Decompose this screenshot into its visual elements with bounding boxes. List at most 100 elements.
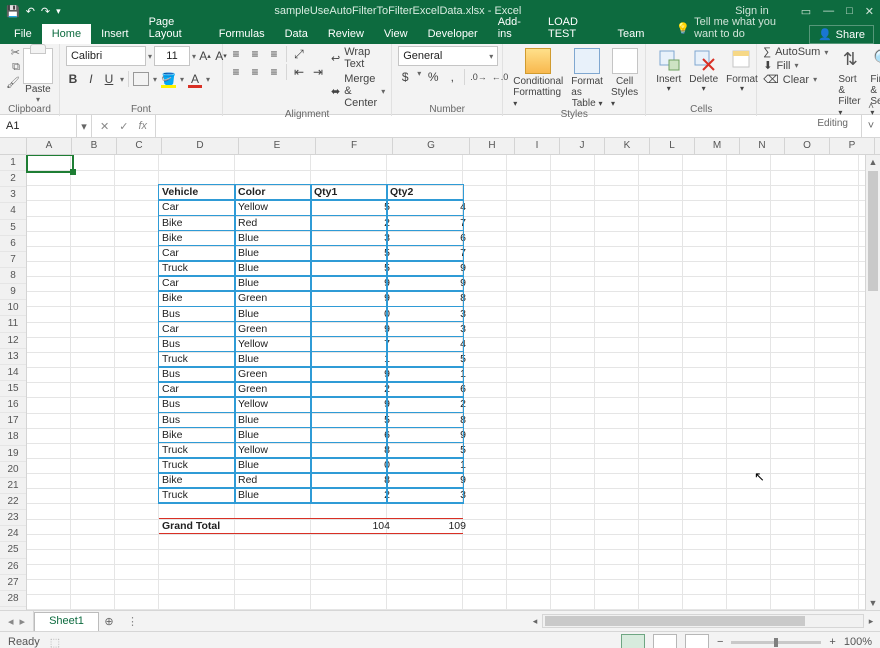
copy-icon[interactable]: ⧉ — [12, 61, 20, 74]
tab-review[interactable]: Review — [318, 24, 374, 44]
format-painter-icon[interactable]: 🖌 — [6, 76, 20, 89]
cell[interactable]: 5 — [311, 246, 393, 261]
cell[interactable]: Blue — [235, 428, 317, 443]
row-header-17[interactable]: 17 — [0, 413, 26, 429]
increase-decimal-icon[interactable]: .0→ — [470, 69, 487, 85]
row-header-11[interactable]: 11 — [0, 316, 26, 332]
cell[interactable]: Blue — [235, 246, 317, 261]
cell[interactable]: Blue — [235, 231, 317, 246]
column-header-a[interactable]: A — [27, 138, 72, 154]
format-cells-button[interactable]: Format▾ — [722, 46, 762, 94]
cell[interactable]: 5 — [311, 413, 393, 428]
cell[interactable]: 6 — [387, 231, 469, 246]
close-icon[interactable]: ✕ — [865, 5, 874, 18]
cell[interactable]: 1 — [311, 352, 393, 367]
cancel-formula-icon[interactable]: ✕ — [100, 120, 109, 133]
cell[interactable]: Red — [235, 473, 317, 488]
cell[interactable]: Bike — [159, 428, 241, 443]
column-header-n[interactable]: N — [740, 138, 785, 154]
cell[interactable]: 5 — [387, 443, 469, 458]
top-align-icon[interactable]: ≡ — [229, 46, 243, 62]
font-color-button[interactable]: A — [188, 71, 202, 87]
cell[interactable]: 7 — [311, 337, 393, 352]
maximize-icon[interactable]: □ — [846, 5, 853, 18]
tab-page-layout[interactable]: Page Layout — [139, 12, 209, 44]
column-header-k[interactable]: K — [605, 138, 650, 154]
tab-insert[interactable]: Insert — [91, 24, 139, 44]
column-header-m[interactable]: M — [695, 138, 740, 154]
column-header-c[interactable]: C — [117, 138, 162, 154]
decrease-indent-icon[interactable]: ⇤ — [292, 64, 306, 80]
name-box-dropdown[interactable]: ▾ — [77, 115, 92, 137]
tab-load-test[interactable]: LOAD TEST — [538, 12, 607, 44]
align-left-icon[interactable]: ≡ — [229, 64, 243, 80]
tab-data[interactable]: Data — [275, 24, 318, 44]
cell[interactable]: 4 — [387, 200, 469, 215]
row-header-29[interactable]: 29 — [0, 607, 26, 610]
row-header-24[interactable]: 24 — [0, 526, 26, 542]
tab-file[interactable]: File — [4, 24, 42, 44]
cell[interactable]: Green — [235, 382, 317, 397]
cell[interactable]: 1 — [387, 367, 469, 382]
row-header-9[interactable]: 9 — [0, 284, 26, 300]
cell[interactable]: 8 — [311, 443, 393, 458]
row-header-13[interactable]: 13 — [0, 349, 26, 365]
select-all-corner[interactable] — [0, 138, 27, 154]
enter-formula-icon[interactable]: ✓ — [119, 120, 128, 133]
cell[interactable]: 3 — [387, 488, 469, 503]
number-format-selector[interactable]: General▾ — [398, 46, 498, 66]
cell[interactable]: 2 — [311, 382, 393, 397]
new-sheet-button[interactable]: ⊕ — [99, 611, 119, 631]
orientation-icon[interactable]: ⤢ — [292, 46, 306, 62]
column-header-l[interactable]: L — [650, 138, 695, 154]
conditional-formatting-button[interactable]: Conditional Formatting ▾ — [509, 46, 567, 109]
cell[interactable]: 2 — [311, 488, 393, 503]
cell[interactable]: 3 — [387, 307, 469, 322]
cell[interactable]: Bus — [159, 337, 241, 352]
column-header-o[interactable]: O — [785, 138, 830, 154]
row-header-8[interactable]: 8 — [0, 268, 26, 284]
bottom-align-icon[interactable]: ≡ — [267, 46, 281, 62]
cell[interactable]: Color — [235, 185, 317, 200]
minimize-icon[interactable]: — — [823, 5, 834, 18]
cell[interactable]: 8 — [387, 291, 469, 306]
row-header-1[interactable]: 1 — [0, 155, 26, 171]
row-header-2[interactable]: 2 — [0, 171, 26, 187]
cell[interactable]: Blue — [235, 458, 317, 473]
column-header-g[interactable]: G — [393, 138, 470, 154]
row-header-12[interactable]: 12 — [0, 333, 26, 349]
column-header-d[interactable]: D — [162, 138, 239, 154]
cell-styles-button[interactable]: Cell Styles ▾ — [607, 46, 642, 109]
font-name-selector[interactable]: Calibri — [66, 46, 146, 66]
row-header-3[interactable]: 3 — [0, 187, 26, 203]
cell[interactable]: Green — [235, 322, 317, 337]
fx-icon[interactable]: fx — [138, 120, 147, 132]
row-header-15[interactable]: 15 — [0, 381, 26, 397]
row-header-16[interactable]: 16 — [0, 397, 26, 413]
borders-button[interactable] — [133, 71, 149, 87]
cell[interactable]: Bike — [159, 216, 241, 231]
cell[interactable]: Grand Total — [159, 519, 241, 534]
middle-align-icon[interactable]: ≡ — [248, 46, 262, 62]
cell[interactable]: 9 — [311, 367, 393, 382]
cell[interactable]: 9 — [311, 276, 393, 291]
cell[interactable]: 109 — [387, 519, 469, 534]
row-header-22[interactable]: 22 — [0, 494, 26, 510]
underline-button[interactable]: U — [102, 71, 116, 87]
horizontal-scroll-thumb[interactable] — [545, 616, 805, 626]
sheet-tab-sheet1[interactable]: Sheet1 — [34, 612, 99, 631]
percent-format-icon[interactable]: % — [426, 69, 440, 85]
cell[interactable]: Bus — [159, 307, 241, 322]
font-size-selector[interactable]: 11 — [154, 46, 190, 66]
cell[interactable]: 6 — [387, 382, 469, 397]
row-header-20[interactable]: 20 — [0, 462, 26, 478]
row-header-5[interactable]: 5 — [0, 220, 26, 236]
share-button[interactable]: 👤 Share — [809, 25, 874, 44]
cell[interactable]: 9 — [387, 428, 469, 443]
paste-button[interactable]: Paste ▾ — [23, 46, 53, 104]
zoom-in-button[interactable]: + — [829, 636, 835, 648]
fill-color-button[interactable]: 🪣 — [161, 71, 176, 87]
cell[interactable]: Green — [235, 367, 317, 382]
tab-home[interactable]: Home — [42, 24, 91, 44]
column-header-h[interactable]: H — [470, 138, 515, 154]
